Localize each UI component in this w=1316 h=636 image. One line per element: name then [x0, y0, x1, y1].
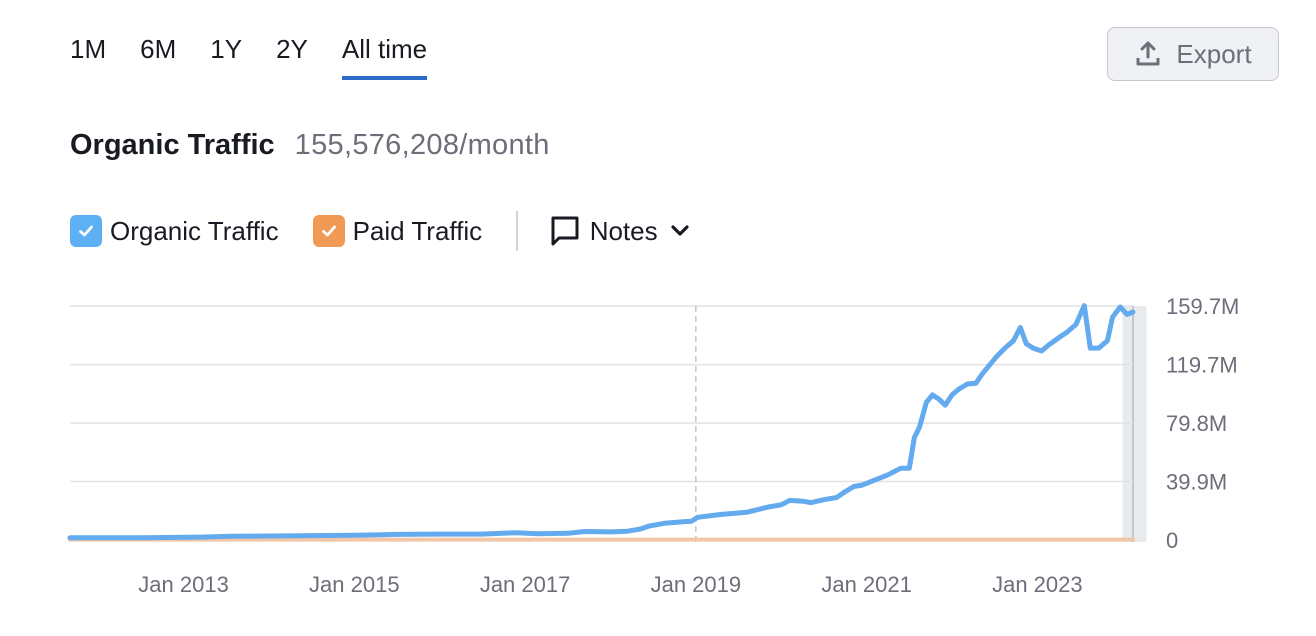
- headline: Organic Traffic 155,576,208/month: [70, 129, 550, 162]
- checkmark-icon: [79, 225, 93, 237]
- chevron-down-icon: [671, 225, 689, 236]
- checkmark-icon: [321, 225, 336, 237]
- current-period-band: [1122, 306, 1147, 542]
- x-tick-label: Jan 2019: [651, 572, 742, 597]
- organic-traffic-chart: 0 39.9M 79.8M 119.7M 159.7M Jan 2013 Jan 2015…: [67, 294, 1239, 597]
- x-tick-label: Jan 2021: [821, 572, 912, 597]
- x-tick-label: Jan 2023: [992, 572, 1083, 597]
- tab-2y[interactable]: 2Y: [276, 36, 308, 76]
- legend-paid-traffic[interactable]: Paid Traffic: [312, 215, 483, 247]
- y-tick-label: 119.7M: [1166, 353, 1238, 378]
- upload-icon: [1134, 40, 1162, 68]
- legend-label: Organic Traffic: [110, 215, 279, 246]
- metric-value: 155,576,208/month: [294, 129, 550, 161]
- legend: Organic Traffic Paid Traffic Notes: [70, 211, 690, 251]
- tab-1m[interactable]: 1M: [70, 36, 106, 76]
- x-tick-label: Jan 2013: [138, 572, 229, 597]
- y-tick-label: 79.8M: [1166, 411, 1227, 436]
- organic-traffic-line: [67, 303, 1136, 541]
- legend-label: Paid Traffic: [352, 215, 483, 246]
- organic-traffic-checkbox[interactable]: [70, 215, 102, 247]
- tab-1y[interactable]: 1Y: [210, 36, 242, 76]
- tab-6m[interactable]: 6M: [140, 36, 176, 76]
- paid-traffic-checkbox[interactable]: [312, 215, 345, 247]
- export-button[interactable]: Export: [1107, 27, 1279, 81]
- y-tick-label: 159.7M: [1166, 294, 1239, 319]
- period-tabs: 1M 6M 1Y 2Y All time: [70, 36, 461, 80]
- x-tick-label: Jan 2017: [480, 572, 571, 597]
- notes-dropdown[interactable]: Notes: [550, 215, 690, 247]
- x-tick-label: Jan 2015: [309, 572, 400, 597]
- metric-title: Organic Traffic: [70, 129, 275, 161]
- legend-divider: [516, 211, 518, 251]
- y-tick-label: 0: [1166, 528, 1178, 553]
- legend-organic-traffic[interactable]: Organic Traffic: [70, 215, 279, 247]
- y-tick-label: 39.9M: [1166, 470, 1227, 495]
- tab-all-time[interactable]: All time: [341, 36, 428, 80]
- notes-label: Notes: [589, 215, 658, 246]
- comment-icon: [551, 216, 579, 246]
- export-label: Export: [1176, 38, 1252, 69]
